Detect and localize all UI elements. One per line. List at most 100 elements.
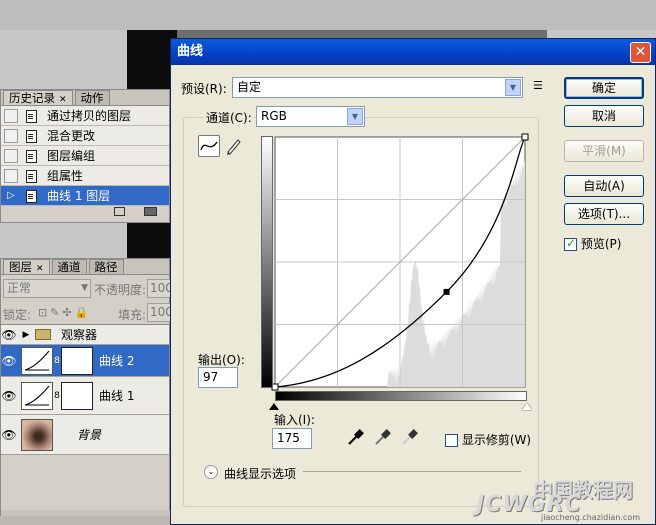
curves-graph-svg[interactable] (259, 133, 529, 411)
black-eyedropper-icon[interactable] (346, 427, 366, 447)
black-point-slider[interactable] (269, 403, 279, 410)
layers-bottom-toolbar (0, 516, 170, 525)
preset-select[interactable]: 自定 ▼ (232, 77, 523, 98)
preview-checkbox[interactable]: 预览(P) (564, 235, 621, 252)
background-thumbnail (21, 418, 53, 451)
layers-tab-row: 图层 ✕ 通道 路径 (1, 259, 169, 275)
ok-button[interactable]: 确定 (564, 77, 644, 99)
lock-icons[interactable]: ⊡✎✣🔒 (38, 306, 91, 319)
preset-options-icon[interactable]: ☰ (533, 79, 543, 92)
eye-icon[interactable]: 👁 (1, 389, 17, 403)
history-step-icon (24, 129, 38, 143)
history-footer (1, 206, 169, 220)
white-point-slider[interactable] (522, 403, 532, 410)
tab-channels[interactable]: 通道 (51, 259, 87, 274)
lock-row: 锁定: ⊡✎✣🔒 填充: 100 (1, 301, 173, 325)
layer-row-selected[interactable]: 👁 8 曲线 2 (1, 345, 169, 377)
opacity-label: 不透明度: (94, 283, 147, 297)
layer-mask-thumbnail[interactable] (61, 381, 93, 410)
layer-row[interactable]: 👁 背景 (1, 415, 169, 455)
fill-label: 填充: (118, 308, 147, 322)
dialog-titlebar: 曲线 (171, 39, 655, 65)
history-step-icon (24, 149, 38, 163)
layers-panel: 图层 ✕ 通道 路径 正常 ▼ 不透明度: 100 锁定: ⊡✎✣🔒 填充: 100… (0, 258, 173, 525)
blend-mode-select[interactable]: 正常 ▼ (3, 279, 91, 298)
layer-mask-thumbnail[interactable] (61, 346, 93, 375)
output-input[interactable]: 97 (198, 367, 238, 388)
curves-dialog: 曲线 ✕ 预设(R): 自定 ▼ ☰ 通道(C): RGB ▼ 输出(O): 9… (170, 38, 656, 525)
blend-row: 正常 ▼ 不透明度: 100 (1, 275, 173, 301)
tab-paths[interactable]: 路径 (88, 259, 124, 274)
gray-eyedropper-icon[interactable] (373, 427, 393, 447)
curves-adjustment-icon (21, 381, 53, 410)
checkbox-box[interactable] (564, 236, 577, 251)
output-label: 输出(O): (198, 353, 245, 367)
app-top-strip (0, 0, 656, 30)
preset-label: 预设(R): (181, 82, 227, 96)
layer-group-row[interactable]: 👁 ▶ 观察器 (1, 325, 169, 345)
curves-adjustment-icon (21, 346, 53, 375)
eye-icon[interactable]: 👁 (1, 354, 17, 368)
layer-row[interactable]: 👁 8 曲线 1 (1, 377, 169, 415)
checkbox-box[interactable] (445, 434, 458, 447)
tab-layers[interactable]: 图层 ✕ (3, 259, 50, 274)
white-eyedropper-icon[interactable] (400, 427, 420, 447)
chevron-down-icon: ▼ (505, 79, 521, 96)
curves-graph[interactable] (259, 133, 529, 411)
auto-button[interactable]: 自动(A) (564, 175, 644, 197)
link-icon[interactable]: 8 (53, 356, 61, 366)
dialog-title: 曲线 (177, 44, 204, 59)
tab-actions[interactable]: 动作 (74, 90, 110, 105)
show-clipping-checkbox[interactable]: 显示修剪(W) (445, 431, 531, 448)
link-icon[interactable]: 8 (53, 391, 61, 401)
tab-history[interactable]: 历史记录 ✕ (3, 90, 73, 105)
history-item[interactable]: 混合更改 (1, 126, 169, 146)
history-item[interactable]: 图层编组 (1, 146, 169, 166)
close-icon[interactable]: ✕ (36, 264, 44, 274)
close-button[interactable]: ✕ (630, 42, 651, 63)
input-input[interactable]: 175 (272, 428, 312, 449)
options-button[interactable]: 选项(T)... (564, 203, 644, 225)
snapshot-checkbox[interactable] (4, 128, 18, 143)
folder-icon (35, 329, 51, 340)
watermark-url: jiaocheng.chazidian.com (541, 513, 641, 522)
control-point (521, 133, 529, 141)
input-gradient-bar (275, 391, 527, 401)
chevron-double-down-icon: ⌄ (207, 467, 215, 476)
display-options-label: 曲线显示选项 (224, 467, 297, 481)
output-gradient-bar (261, 136, 273, 388)
channel-select[interactable]: RGB ▼ (256, 106, 365, 127)
camera-icon[interactable] (144, 207, 157, 216)
divider (303, 471, 521, 472)
snapshot-checkbox[interactable] (4, 148, 18, 163)
expand-arrow-icon[interactable]: ▶ (17, 330, 35, 340)
preview-label: 预览(P) (580, 237, 622, 251)
close-icon[interactable]: ✕ (59, 95, 67, 105)
eye-icon[interactable]: 👁 (1, 428, 17, 442)
layer-name: 曲线 2 (99, 354, 135, 368)
smooth-button[interactable]: 平滑(M) (564, 140, 644, 162)
cancel-button[interactable]: 取消 (564, 105, 644, 127)
history-item[interactable]: 通过拷贝的图层 (1, 106, 169, 126)
pencil-tool-button[interactable] (224, 136, 244, 156)
eye-icon[interactable]: 👁 (1, 328, 17, 342)
expand-options-button[interactable]: ⌄ (204, 465, 218, 479)
chevron-down-icon: ▼ (347, 108, 363, 125)
history-item-selected[interactable]: ▷ 曲线 1 图层 (1, 186, 169, 206)
snapshot-checkbox[interactable] (4, 168, 18, 183)
layer-name: 背景 (77, 428, 102, 442)
pencil-icon (227, 139, 241, 155)
show-clipping-label: 显示修剪(W) (461, 433, 532, 447)
curve-tool-icon (200, 141, 218, 151)
history-state-marker-icon[interactable]: ▷ (4, 189, 18, 203)
snapshot-checkbox[interactable] (4, 108, 18, 123)
layer-name: 观察器 (61, 328, 98, 342)
history-tab-row: 历史记录 ✕ 动作 (1, 90, 169, 106)
control-point-selected (443, 288, 450, 295)
channel-label: 通道(C): (204, 109, 254, 126)
history-step-icon (24, 189, 38, 203)
curve-point-tool-button[interactable] (198, 135, 220, 157)
history-item[interactable]: 组属性 (1, 166, 169, 186)
new-document-icon[interactable] (114, 207, 125, 216)
history-step-icon (24, 169, 38, 183)
